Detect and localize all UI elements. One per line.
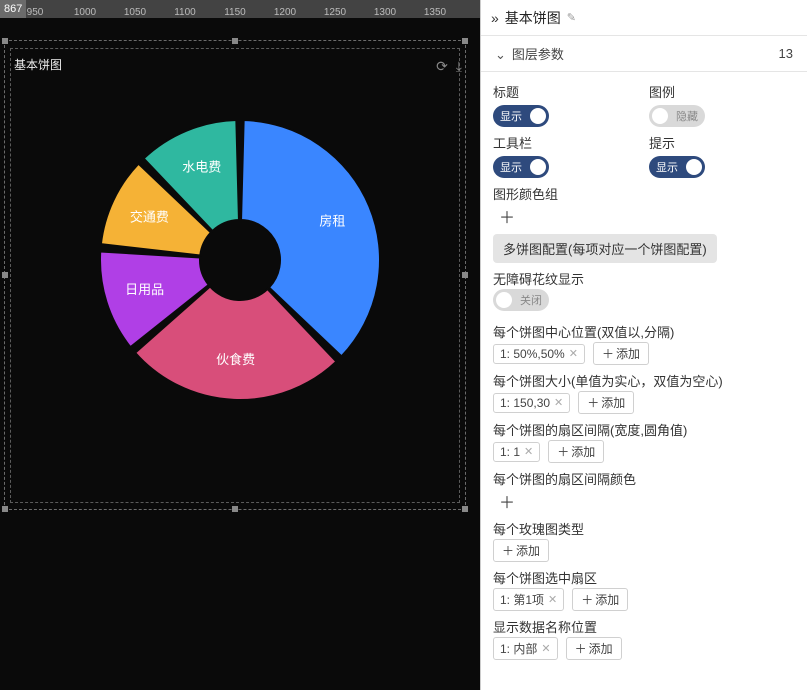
donut-chart: 房租伙食费 日用品 交通费 水电费 (90, 110, 390, 410)
close-icon[interactable]: ✕ (569, 347, 578, 360)
label-accessible: 无障碍花纹显示 (493, 272, 584, 287)
tag-size[interactable]: 1: 150,30✕ (493, 393, 570, 413)
close-icon[interactable]: ✕ (548, 593, 557, 606)
resize-handle[interactable] (232, 38, 238, 44)
segment-label: 房租 (319, 214, 345, 229)
segment-label: 水电费 (182, 160, 221, 175)
add-label-pos-button[interactable]: ＋添加 (566, 637, 622, 660)
label-color-group: 图形颜色组 (493, 187, 558, 202)
ruler-origin: 867 (0, 0, 26, 18)
segment-label: 交通费 (130, 210, 169, 225)
tag-gap[interactable]: 1: 1✕ (493, 442, 540, 462)
add-color-button[interactable]: ＋ (493, 204, 521, 228)
label-title: 标题 (493, 82, 639, 101)
label-legend: 图例 (649, 82, 795, 101)
segment-label: 日用品 (125, 282, 164, 297)
segment-label: 伙食费 (216, 352, 255, 367)
toggle-title[interactable]: 显示 (493, 105, 549, 127)
add-size-button[interactable]: ＋添加 (578, 391, 634, 414)
label-gap-color: 每个饼图的扇区间隔颜色 (493, 472, 636, 487)
ruler-horizontal: 867 95010001050110011501200125013001350 (0, 0, 480, 18)
close-icon[interactable]: ✕ (524, 445, 533, 458)
resize-handle[interactable] (2, 38, 8, 44)
collapse-icon[interactable]: » (491, 10, 499, 26)
label-center-pos: 每个饼图中心位置(双值以,分隔) (493, 325, 674, 340)
resize-handle[interactable] (232, 506, 238, 512)
resize-handle[interactable] (462, 38, 468, 44)
param-count: 13 (779, 46, 793, 61)
canvas-area[interactable]: 基本饼图 ⟳ ⤓ 房租伙食费 日用品 交通费 水电费 (0, 18, 480, 690)
resize-handle[interactable] (2, 272, 8, 278)
add-gap-button[interactable]: ＋添加 (548, 440, 604, 463)
resize-handle[interactable] (2, 506, 8, 512)
close-icon[interactable]: ✕ (554, 396, 563, 409)
close-icon[interactable]: ✕ (541, 642, 550, 655)
label-selected: 每个饼图选中扇区 (493, 571, 597, 586)
add-gap-color-button[interactable]: ＋ (493, 489, 521, 513)
pencil-icon[interactable]: ✎ (567, 11, 576, 24)
panel-title: 基本饼图 (505, 8, 561, 28)
tag-label-pos[interactable]: 1: 内部✕ (493, 637, 558, 660)
resize-handle[interactable] (462, 272, 468, 278)
download-icon[interactable]: ⤓ (456, 58, 462, 75)
label-toolbar: 工具栏 (493, 133, 639, 152)
add-selected-button[interactable]: ＋添加 (572, 588, 628, 611)
chart-toolbar: ⟳ ⤓ (436, 58, 462, 75)
properties-panel: » 基本饼图 ✎ ⌄图层参数 13 标题 显示 图例 隐藏 工具栏 显示 提示 … (480, 0, 807, 690)
chevron-down-icon: ⌄ (495, 47, 506, 62)
toggle-toolbar[interactable]: 显示 (493, 156, 549, 178)
canvas-pane: 867 95010001050110011501200125013001350 … (0, 0, 480, 690)
tag-center-pos[interactable]: 1: 50%,50%✕ (493, 344, 585, 364)
tag-selected[interactable]: 1: 第1项✕ (493, 588, 564, 611)
toggle-tooltip[interactable]: 显示 (649, 156, 705, 178)
label-label-pos: 显示数据名称位置 (493, 620, 597, 635)
chart-title: 基本饼图 (14, 56, 62, 73)
resize-handle[interactable] (462, 506, 468, 512)
label-tooltip: 提示 (649, 133, 795, 152)
label-rose-type: 每个玫瑰图类型 (493, 522, 584, 537)
toggle-legend[interactable]: 隐藏 (649, 105, 705, 127)
props-body: 标题 显示 图例 隐藏 工具栏 显示 提示 显示 图形颜色组 ＋ 多饼图配置(每… (481, 72, 807, 670)
label-gap: 每个饼图的扇区间隔(宽度,圆角值) (493, 423, 687, 438)
panel-header: » 基本饼图 ✎ (481, 0, 807, 36)
multi-config-button[interactable]: 多饼图配置(每项对应一个饼图配置) (493, 234, 717, 263)
section-header[interactable]: ⌄图层参数 13 (481, 36, 807, 72)
add-rose-type-button[interactable]: ＋添加 (493, 539, 549, 562)
toggle-accessible[interactable]: 关闭 (493, 289, 549, 311)
add-center-pos-button[interactable]: ＋添加 (593, 342, 649, 365)
refresh-icon[interactable]: ⟳ (436, 58, 448, 75)
label-size: 每个饼图大小(单值为实心，双值为空心) (493, 374, 723, 389)
